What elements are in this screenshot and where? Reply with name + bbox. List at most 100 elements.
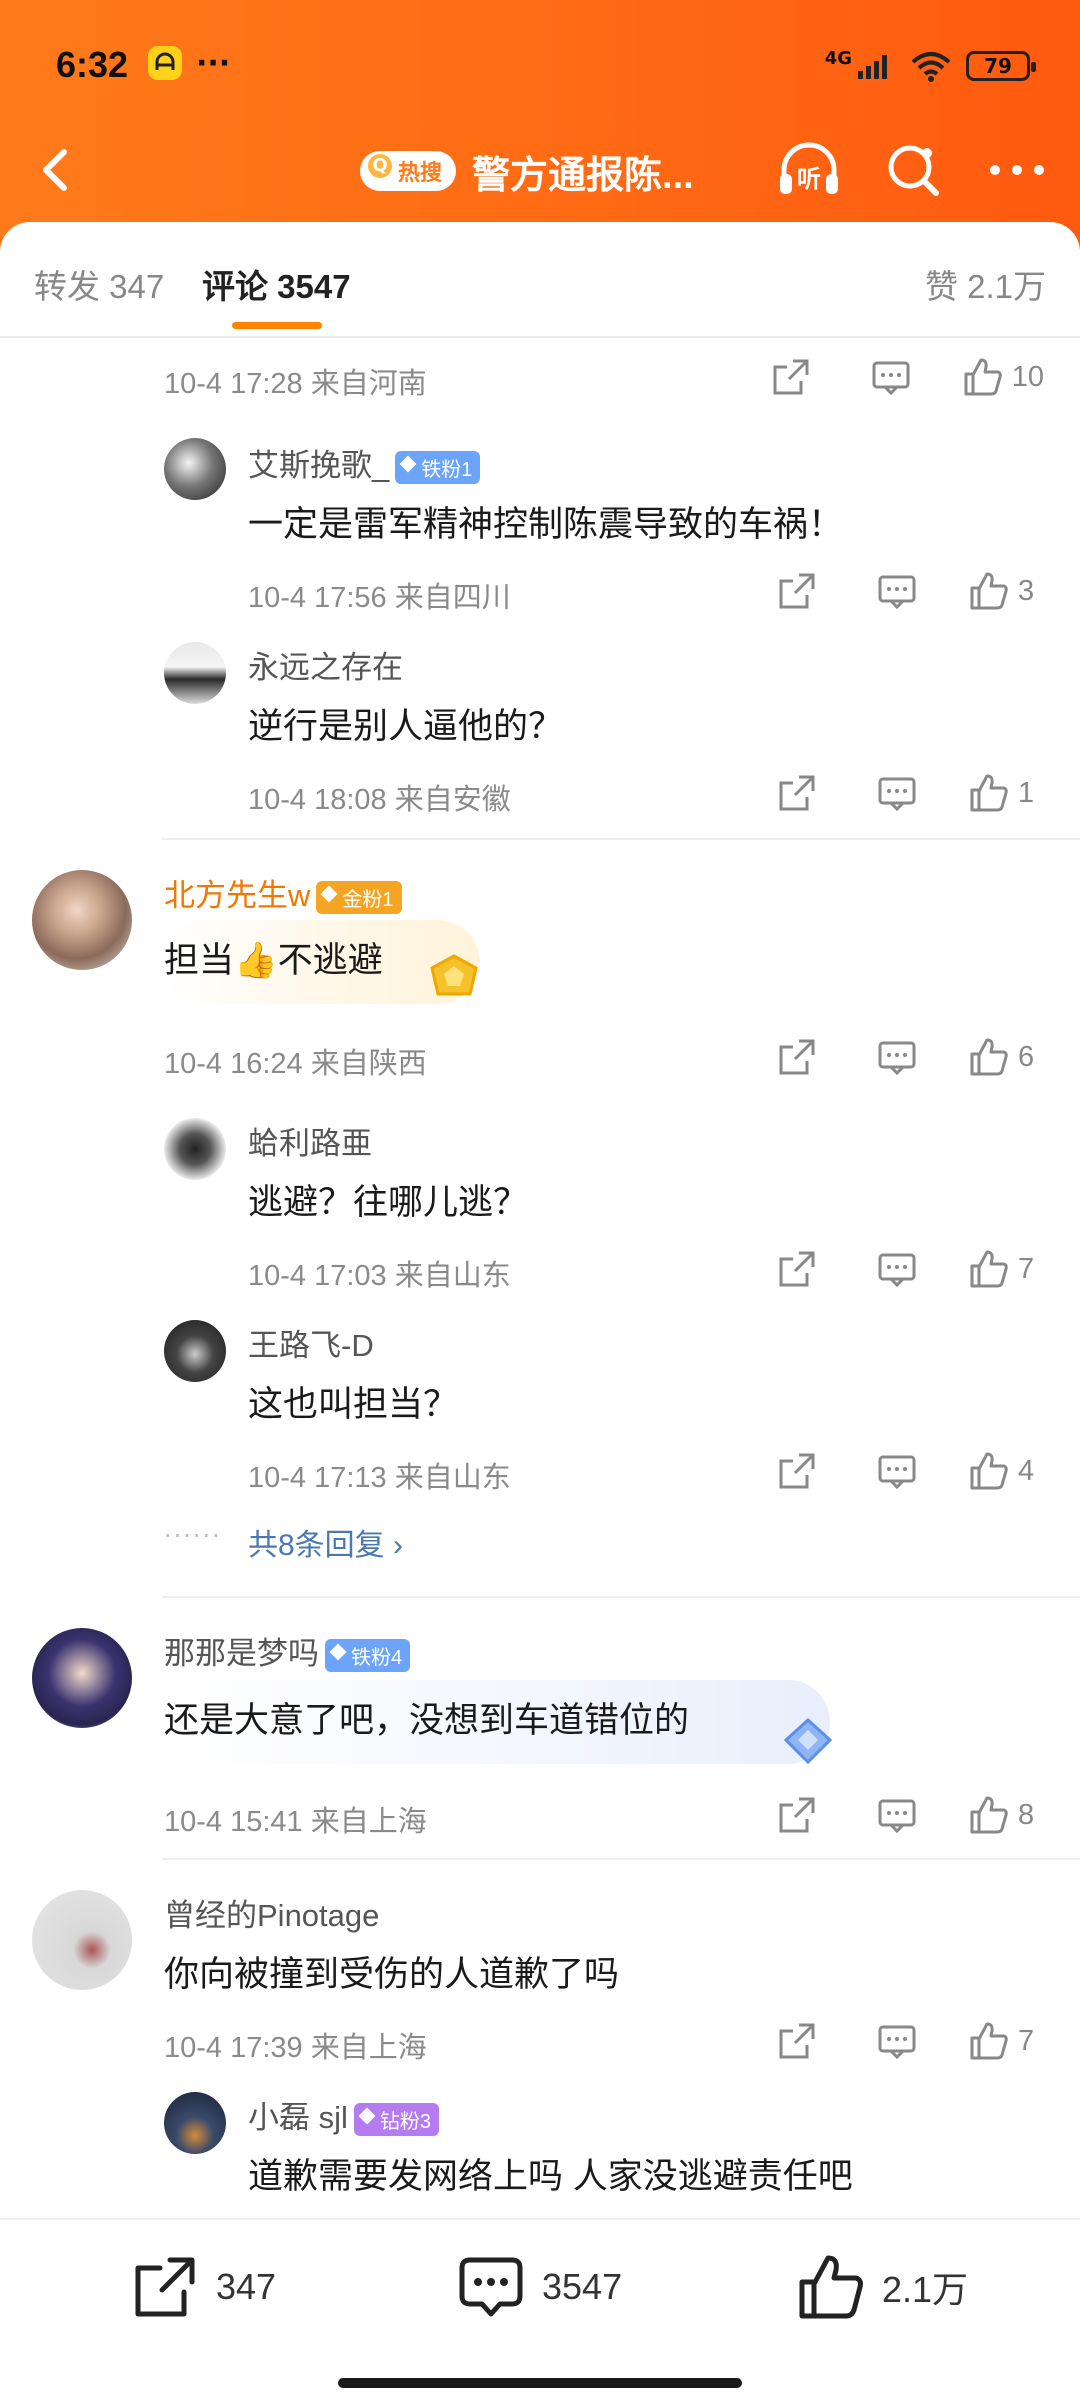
reply-button[interactable] xyxy=(868,2016,926,2066)
reply-button[interactable] xyxy=(862,352,920,402)
like-button[interactable]: 1 xyxy=(968,772,1044,814)
reply-button[interactable] xyxy=(868,1244,926,1294)
share-button[interactable] xyxy=(768,566,826,616)
like-button[interactable]: 10 xyxy=(962,356,1044,398)
comment-icon xyxy=(878,1253,916,1288)
comment-actions: 4 xyxy=(768,1446,1044,1496)
fan-badge: 金粉1 xyxy=(316,881,402,915)
like-button[interactable]: 2.1万 xyxy=(796,2252,968,2322)
share-icon xyxy=(773,359,809,395)
home-indicator[interactable] xyxy=(338,2378,742,2388)
avatar[interactable] xyxy=(32,1890,132,1990)
fan-badge: 钻粉3 xyxy=(353,2103,440,2137)
like-button[interactable]: 4 xyxy=(968,1450,1044,1492)
like-count: 3 xyxy=(1018,574,1035,607)
comment-username[interactable]: 北方先生w 金粉1 xyxy=(164,870,402,915)
share-button[interactable] xyxy=(768,768,826,818)
search-icon xyxy=(888,145,939,196)
reply-button[interactable] xyxy=(868,1790,926,1840)
like-button[interactable]: 7 xyxy=(968,1248,1044,1290)
comment-text: 逆行是别人逼他的？ xyxy=(248,707,564,746)
more-replies-text: 共8条回复 xyxy=(248,1529,385,1562)
share-button[interactable] xyxy=(762,352,820,402)
status-time: 6:32 xyxy=(56,44,129,85)
username-text: 小磊 sjl xyxy=(248,2100,348,2135)
like-button[interactable]: 8 xyxy=(968,1794,1044,1836)
back-button[interactable] xyxy=(28,140,88,200)
thumbs-up-icon xyxy=(970,572,1008,610)
thumbs-up-icon xyxy=(970,774,1008,812)
share-icon xyxy=(779,1251,815,1287)
comment-username[interactable]: 那那是梦吗 铁粉4 xyxy=(164,1628,411,1673)
tab-repost[interactable]: 转发 347 xyxy=(34,260,164,308)
reply-button[interactable] xyxy=(868,566,926,616)
like-count: 7 xyxy=(1018,1252,1035,1285)
comment-button[interactable]: 3547 xyxy=(456,2252,622,2322)
tab-comments[interactable]: 评论 3547 xyxy=(202,260,351,308)
reply-button[interactable] xyxy=(868,1032,926,1082)
comment-username[interactable]: 蛤利路亜 xyxy=(248,1118,372,1163)
search-button[interactable] xyxy=(878,140,948,200)
comment-meta: 10-4 16:24 来自陕西 xyxy=(164,1048,427,1080)
share-button[interactable] xyxy=(768,1446,826,1496)
more-dots-icon xyxy=(990,165,1044,175)
tab-likes[interactable]: 赞 2.1万 xyxy=(925,260,1046,308)
like-count: 10 xyxy=(1011,360,1044,393)
comment-divider xyxy=(162,1596,1080,1598)
nav-bar: 热搜 警方通报陈... 听 xyxy=(0,120,1080,220)
avatar[interactable] xyxy=(164,438,226,500)
avatar[interactable] xyxy=(32,1628,132,1728)
like-button[interactable]: 3 xyxy=(968,570,1044,612)
thumbs-up-icon xyxy=(970,1038,1008,1076)
avatar[interactable] xyxy=(164,1118,226,1180)
comment-text: 担当👍不逃避 xyxy=(164,941,383,980)
share-icon xyxy=(135,2257,195,2317)
share-button[interactable] xyxy=(768,1790,826,1840)
more-notifications-icon: ··· xyxy=(196,46,231,81)
like-button[interactable]: 7 xyxy=(968,2020,1044,2062)
comment-meta: 10-4 15:41 来自上海 xyxy=(164,1806,427,1838)
username-text: 艾斯挽歌_ xyxy=(248,448,390,483)
like-count: 1 xyxy=(1018,776,1035,809)
page-title: 警方通报陈... xyxy=(472,154,694,197)
reply-button[interactable] xyxy=(868,1446,926,1496)
thumbs-up-icon xyxy=(799,2255,863,2319)
share-button[interactable] xyxy=(768,1244,826,1294)
share-icon xyxy=(779,1453,815,1489)
comment-username[interactable]: 曾经的Pinotage xyxy=(164,1890,379,1935)
share-icon xyxy=(779,1039,815,1075)
comment-icon xyxy=(872,361,910,396)
thumbs-up-icon xyxy=(970,1250,1008,1288)
more-replies-link[interactable]: 共8条回复 › xyxy=(248,1520,403,1564)
like-count: 7 xyxy=(1018,2024,1035,2057)
header: 6:32 ··· 4G 79 热搜 警方通报陈... xyxy=(0,0,1080,250)
comment-username[interactable]: 小磊 sjl 钻粉3 xyxy=(248,2092,440,2137)
comment-username[interactable]: 艾斯挽歌_ 铁粉1 xyxy=(248,440,481,485)
more-button[interactable] xyxy=(982,140,1052,200)
repost-button[interactable]: 347 xyxy=(130,2252,276,2322)
comment-divider xyxy=(162,1858,1080,1860)
comment-icon xyxy=(878,777,916,812)
repost-count: 347 xyxy=(216,2266,277,2307)
tab-bar: 转发 347 评论 3547 赞 2.1万 xyxy=(0,222,1080,338)
share-button[interactable] xyxy=(768,1032,826,1082)
listen-button[interactable]: 听 xyxy=(774,140,844,200)
comment-actions: 6 xyxy=(768,1032,1044,1082)
share-button[interactable] xyxy=(768,2016,826,2066)
hot-search-badge: 热搜 xyxy=(360,151,457,191)
avatar[interactable] xyxy=(164,2092,226,2154)
comment-meta: 10-4 18:08 来自安徽 xyxy=(248,784,511,816)
comment-username[interactable]: 王路飞-D xyxy=(248,1320,374,1365)
wifi-icon xyxy=(911,52,951,82)
comment-text: 你向被撞到受伤的人道歉了吗 xyxy=(164,1955,620,1994)
avatar[interactable] xyxy=(164,642,226,704)
comment-icon xyxy=(459,2257,523,2317)
comment-actions: 10 xyxy=(762,352,1044,402)
like-button[interactable]: 6 xyxy=(968,1036,1044,1078)
avatar[interactable] xyxy=(164,1320,226,1382)
hot-search-link[interactable]: 热搜 警方通报陈... xyxy=(360,146,694,197)
avatar[interactable] xyxy=(32,870,132,970)
comment-username[interactable]: 永远之存在 xyxy=(248,642,403,687)
comment-actions: 7 xyxy=(768,2016,1044,2066)
reply-button[interactable] xyxy=(868,768,926,818)
